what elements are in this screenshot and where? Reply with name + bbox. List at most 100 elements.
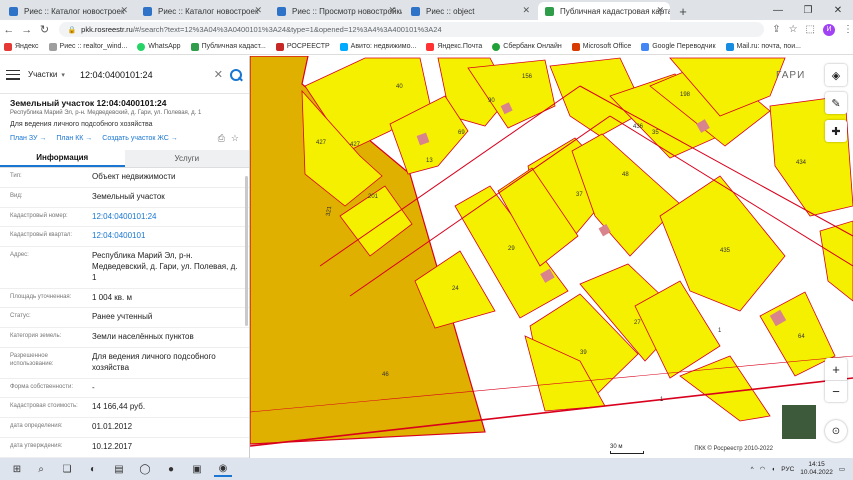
- bookmark-ms-office[interactable]: Microsoft Office: [571, 42, 631, 51]
- back-icon[interactable]: ←: [0, 24, 18, 36]
- print-icon[interactable]: ⎙: [218, 133, 225, 144]
- zoom-out-icon[interactable]: −: [825, 380, 847, 402]
- bookmarks-bar: Яндекс Риес :: realtor_wind... WhatsApp …: [0, 39, 853, 55]
- chat-icon[interactable]: ◯: [136, 461, 154, 477]
- rosreestr-favicon-icon: [545, 7, 554, 16]
- compass-icon[interactable]: ⊙: [825, 420, 847, 442]
- alice-icon[interactable]: ●: [162, 461, 180, 477]
- parcel-label: 24: [452, 286, 459, 292]
- clear-icon[interactable]: ✕: [214, 68, 223, 81]
- minimize-icon[interactable]: —: [763, 0, 793, 20]
- search-input[interactable]: 12:04:0400101:24: [80, 70, 214, 80]
- close-tab-icon[interactable]: ✕: [120, 5, 128, 16]
- bookmark-pkk[interactable]: Публичная кадаст...: [190, 42, 266, 51]
- property-row: Кадастровый квартал: 12:04:0400101: [0, 227, 249, 248]
- property-row: Адрес: Республика Марий Эл, р-н. Медведев…: [0, 247, 249, 289]
- store-icon[interactable]: ▣: [188, 461, 206, 477]
- tab-services[interactable]: Услуги: [124, 150, 249, 167]
- star-icon[interactable]: ☆: [789, 24, 798, 35]
- rosreestr-icon: [275, 42, 284, 51]
- parcel-label: 1: [718, 328, 722, 334]
- network-icon[interactable]: ◠: [760, 465, 766, 473]
- windows-start-icon[interactable]: ⊞: [10, 461, 24, 477]
- browser-tab-4[interactable]: Риес :: object ✕: [404, 2, 536, 20]
- plan-zu-link[interactable]: План ЗУ →: [10, 135, 46, 142]
- bookmark-yandex[interactable]: Яндекс: [4, 42, 39, 51]
- site-favicon-icon: [277, 7, 286, 16]
- tab-information[interactable]: Информация: [0, 150, 125, 167]
- browser-tab-strip: Риес :: Каталог новостроек ✕ Риес :: Ката…: [0, 0, 853, 20]
- cadastral-number-link[interactable]: 12:04:0400101:24: [92, 212, 241, 223]
- close-tab-icon[interactable]: ✕: [656, 5, 664, 16]
- bookmark-ries[interactable]: Риес :: realtor_wind...: [48, 42, 127, 51]
- maximize-icon[interactable]: ❐: [793, 0, 823, 20]
- cadastral-quarter-link[interactable]: 12:04:0400101: [92, 231, 241, 242]
- browser-tab-5[interactable]: Публичная кадастровая карта ✕: [538, 2, 670, 20]
- tray-chevron-icon[interactable]: ^: [751, 466, 754, 473]
- notifications-icon[interactable]: ▭: [839, 465, 845, 473]
- parcel-label: 156: [522, 74, 533, 80]
- panel-scrollbar[interactable]: [245, 176, 248, 326]
- bookmark-yandex-mail[interactable]: Яндекс.Почта: [426, 42, 482, 51]
- clock[interactable]: 14:15 10.04.2022: [800, 461, 833, 477]
- locate-icon[interactable]: ✚: [825, 120, 847, 142]
- property-row: Тип: Объект недвижимости: [0, 168, 249, 188]
- extension-icon[interactable]: ⬚: [806, 24, 815, 35]
- forward-icon[interactable]: →: [18, 24, 36, 36]
- window-controls: — ❐ ✕: [763, 0, 853, 20]
- search-taskbar-icon[interactable]: ⌕: [32, 461, 50, 477]
- object-title: Земельный участок 12:04:0400101:24: [10, 98, 167, 108]
- basemap-preview[interactable]: [781, 404, 817, 440]
- favorite-star-icon[interactable]: ☆: [231, 133, 239, 144]
- browser-tab-2[interactable]: Риес :: Каталог новостроек ✕: [136, 2, 268, 20]
- layer-select[interactable]: Участки ▾: [28, 70, 80, 79]
- parcel-label: 35: [652, 130, 659, 136]
- reload-icon[interactable]: ↻: [36, 23, 54, 36]
- profile-avatar[interactable]: И: [823, 23, 835, 36]
- bookmark-avito[interactable]: Авито: недвижимо...: [339, 42, 416, 51]
- browser-tab-3[interactable]: Риес :: Просмотр новостройки ✕: [270, 2, 402, 20]
- mail-icon: [426, 42, 435, 51]
- ruler-icon[interactable]: ✎: [825, 92, 847, 114]
- plan-kk-link[interactable]: План КК →: [56, 135, 92, 142]
- volume-icon[interactable]: ◖: [771, 466, 775, 473]
- bookmark-rosreestr[interactable]: РОСРЕЕСТР: [275, 42, 330, 51]
- property-row: Категория земель: Земли населённых пункто…: [0, 328, 249, 348]
- bookmark-whatsapp[interactable]: WhatsApp: [137, 42, 181, 51]
- map-canvas[interactable]: 40 156 90 198 427 427 13 69 436 35 434 2…: [250, 56, 853, 458]
- task-view-icon[interactable]: ❏: [58, 461, 76, 477]
- browser-tab-1[interactable]: Риес :: Каталог новостроек ✕: [2, 2, 134, 20]
- language-indicator[interactable]: РУС: [781, 466, 794, 473]
- parcel-label: 436: [633, 124, 644, 130]
- close-tab-icon[interactable]: ✕: [522, 5, 530, 16]
- menu-dots-icon[interactable]: ⋮: [843, 24, 853, 35]
- layers-icon[interactable]: ◈: [825, 64, 847, 86]
- bookmark-google-translate[interactable]: Google Переводчик: [641, 42, 716, 51]
- menu-icon[interactable]: [6, 69, 20, 80]
- search-icon[interactable]: [229, 68, 243, 82]
- new-tab-icon[interactable]: +: [674, 2, 692, 20]
- chrome-icon[interactable]: ◉: [214, 461, 232, 477]
- cadastral-map[interactable]: 40 156 90 198 427 427 13 69 436 35 434 2…: [250, 56, 853, 458]
- sberbank-icon: [492, 42, 501, 51]
- parcel[interactable]: [571, 133, 681, 257]
- bookmark-mailru[interactable]: Mail.ru: почта, пои...: [725, 42, 801, 51]
- object-links: План ЗУ → План КК → Создать участок ЖС →…: [10, 133, 239, 144]
- zoom-in-icon[interactable]: +: [825, 358, 847, 380]
- share-icon[interactable]: ⇪: [772, 24, 780, 35]
- parcel-label: 64: [798, 334, 805, 340]
- parcel-label: 29: [508, 246, 515, 252]
- edge-icon[interactable]: ◐: [84, 461, 102, 477]
- close-window-icon[interactable]: ✕: [823, 0, 853, 20]
- close-tab-icon[interactable]: ✕: [388, 5, 396, 16]
- bookmark-sberbank[interactable]: Сбербанк Онлайн: [492, 42, 562, 51]
- map-tools: ◈ ✎ ✚: [825, 64, 847, 142]
- create-parcel-link[interactable]: Создать участок ЖС →: [102, 135, 178, 142]
- toolbar-right: ⇪ ☆ ⬚ И ⋮: [772, 23, 853, 36]
- lock-icon[interactable]: 🔒: [67, 26, 76, 34]
- search-bar: Участки ▾ 12:04:0400101:24 ✕: [0, 56, 249, 94]
- file-explorer-icon[interactable]: ▤: [110, 461, 128, 477]
- close-tab-icon[interactable]: ✕: [254, 5, 262, 16]
- address-bar[interactable]: 🔒 pkk.rosreestr.ru/#/search?text=12%3A04…: [59, 22, 765, 37]
- property-row: дата определения: 01.01.2012: [0, 418, 249, 438]
